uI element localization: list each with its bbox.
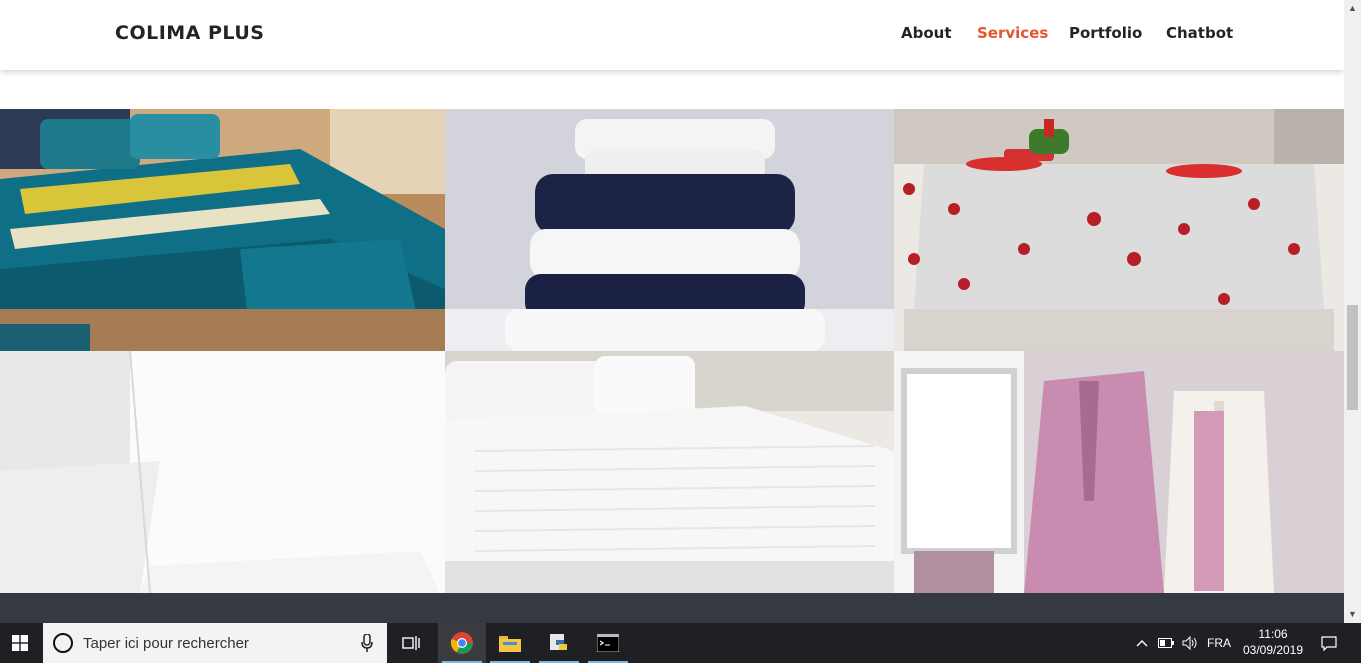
- file-explorer-icon[interactable]: [486, 623, 534, 663]
- pillows-image: [0, 351, 445, 593]
- scroll-down-arrow-icon[interactable]: ▼: [1344, 606, 1361, 623]
- bed-image: [445, 351, 894, 593]
- chrome-icon[interactable]: [438, 623, 486, 663]
- clock-time: 11:06: [1258, 627, 1288, 641]
- gallery-tile-bed[interactable]: [445, 351, 894, 593]
- gallery-tile-towels[interactable]: [445, 109, 894, 351]
- page-scrollbar[interactable]: ▲ ▼: [1344, 0, 1361, 623]
- nav-link-services[interactable]: Services: [977, 24, 1048, 42]
- chevron-up-icon[interactable]: [1132, 623, 1152, 663]
- clock-date: 03/09/2019: [1242, 643, 1304, 657]
- bedding-image: [0, 109, 445, 351]
- volume-icon[interactable]: [1180, 623, 1200, 663]
- brand-logo[interactable]: COLIMA PLUS: [115, 22, 264, 44]
- nav-link-portfolio[interactable]: Portfolio: [1069, 24, 1142, 42]
- windows-taskbar: Taper ici pour rechercher FRA 11:06 03/0…: [0, 623, 1361, 663]
- gallery-tile-pillows[interactable]: [0, 351, 445, 593]
- task-view-icon[interactable]: [387, 623, 435, 663]
- search-placeholder: Taper ici pour rechercher: [83, 635, 249, 652]
- tablecloth-image: [894, 109, 1344, 351]
- browser-viewport: COLIMA PLUS About Services Portfolio Cha…: [0, 0, 1344, 623]
- portfolio-gallery: [0, 109, 1344, 593]
- scroll-thumb[interactable]: [1347, 305, 1358, 410]
- mic-icon[interactable]: [361, 634, 373, 652]
- gallery-tile-bedding[interactable]: [0, 109, 445, 351]
- nav-link-about[interactable]: About: [901, 24, 952, 42]
- windows-start-icon[interactable]: [0, 623, 40, 663]
- nav-link-chatbot[interactable]: Chatbot: [1166, 24, 1233, 42]
- towels-image: [445, 109, 894, 351]
- footer-strip: [0, 593, 1344, 623]
- python-icon[interactable]: [535, 623, 583, 663]
- language-indicator[interactable]: FRA: [1204, 623, 1234, 663]
- navbar: COLIMA PLUS About Services Portfolio Cha…: [0, 0, 1344, 70]
- gallery-tile-tablecloth[interactable]: [894, 109, 1344, 351]
- scroll-up-arrow-icon[interactable]: ▲: [1344, 0, 1361, 17]
- gallery-tile-bathrobes[interactable]: [894, 351, 1344, 593]
- bathrobes-image: [894, 351, 1344, 593]
- battery-icon[interactable]: [1156, 623, 1176, 663]
- terminal-icon[interactable]: [584, 623, 632, 663]
- taskbar-search-box[interactable]: Taper ici pour rechercher: [43, 623, 387, 663]
- notification-icon[interactable]: [1316, 623, 1342, 663]
- cortana-icon: [53, 633, 73, 653]
- taskbar-clock[interactable]: 11:06 03/09/2019: [1238, 626, 1308, 658]
